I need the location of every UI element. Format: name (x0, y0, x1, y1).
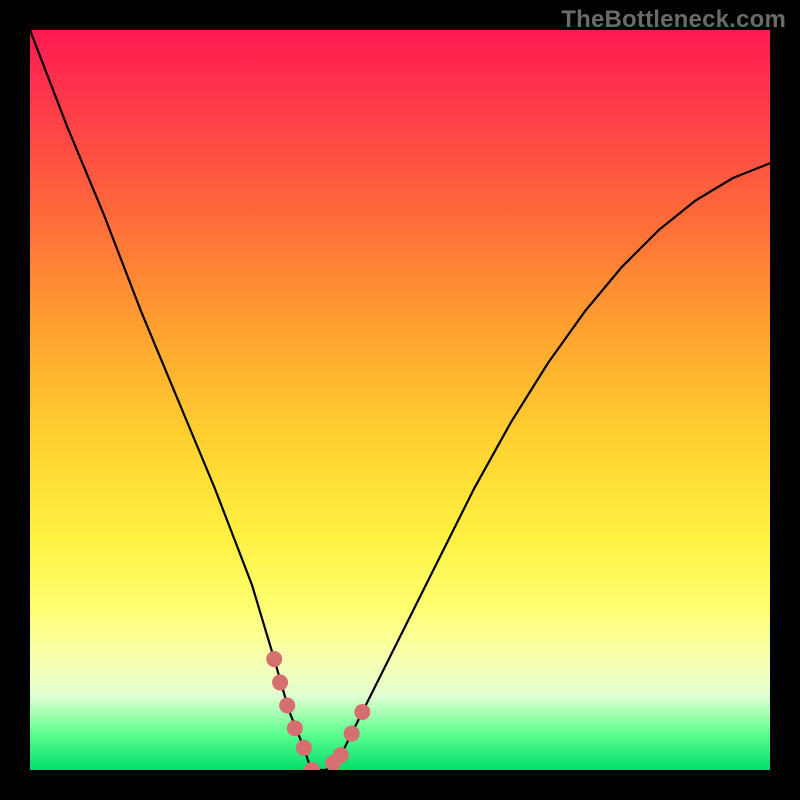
bottleneck-curve (30, 30, 770, 770)
plot-area (30, 30, 770, 770)
right-ascent-marker (341, 711, 363, 755)
curve-layer (30, 30, 770, 770)
watermark-text: TheBottleneck.com (561, 6, 786, 34)
chart-frame: TheBottleneck.com (0, 0, 800, 800)
